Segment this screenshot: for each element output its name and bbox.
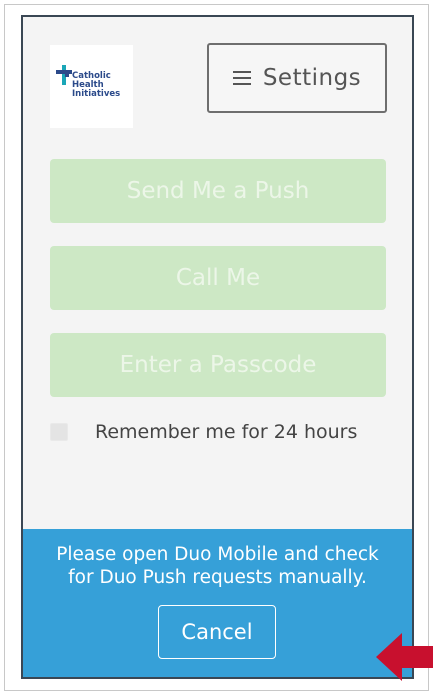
status-line-1: Please open Duo Mobile and check (56, 544, 379, 565)
settings-button[interactable]: Settings (207, 43, 387, 113)
enter-passcode-button[interactable]: Enter a Passcode (50, 333, 386, 397)
duo-auth-panel: Catholic Health Initiatives Settings Sen… (21, 15, 414, 679)
red-pointer-arrow-icon (376, 633, 433, 681)
status-message: Please open Duo Mobile and check for Duo… (23, 543, 412, 589)
call-me-button[interactable]: Call Me (50, 246, 386, 310)
logo-line: Initiatives (72, 89, 121, 99)
settings-label: Settings (262, 65, 362, 91)
send-push-button[interactable]: Send Me a Push (50, 159, 386, 223)
catholic-health-initiatives-logo: Catholic Health Initiatives (50, 45, 133, 128)
remember-me-row: Remember me for 24 hours (50, 419, 357, 445)
hamburger-menu-icon (232, 71, 251, 85)
status-line-2: for Duo Push requests manually. (68, 567, 367, 588)
remember-me-label[interactable]: Remember me for 24 hours (95, 421, 357, 443)
status-message-bar: Please open Duo Mobile and check for Duo… (23, 529, 412, 677)
remember-me-checkbox[interactable] (50, 423, 68, 441)
logo-wordmark: Catholic Health Initiatives (72, 72, 120, 99)
chi-cross-logo-icon (56, 65, 72, 85)
cancel-button[interactable]: Cancel (158, 605, 276, 659)
